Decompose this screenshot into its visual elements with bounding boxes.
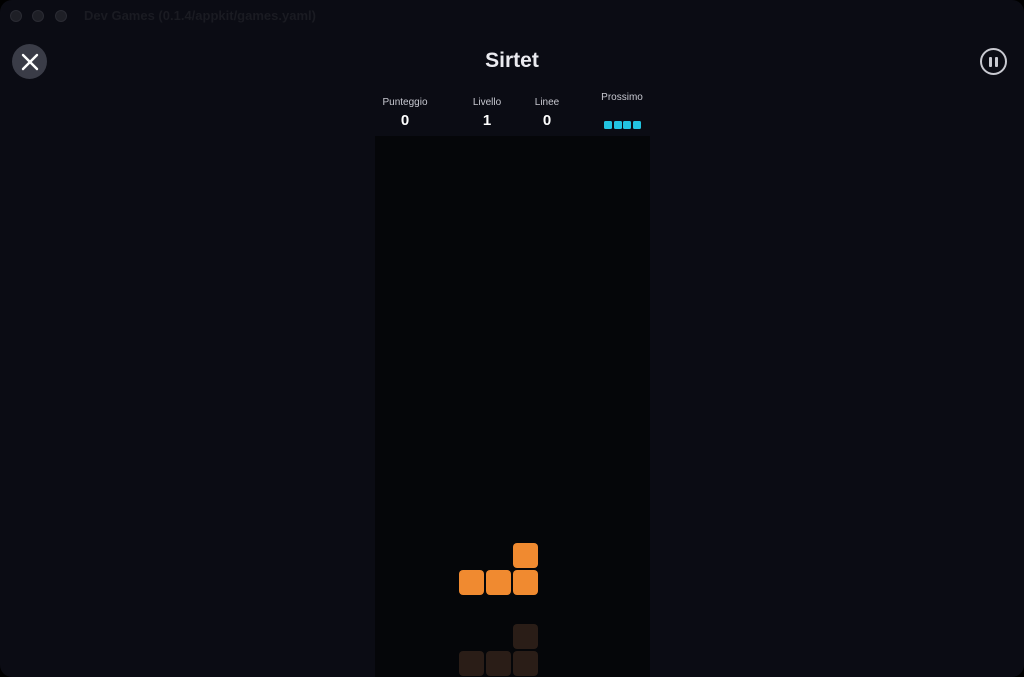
active-piece-cell	[513, 543, 538, 568]
window-zoom-control[interactable]	[55, 10, 67, 22]
score-stat: Punteggio 0	[370, 97, 440, 129]
game-window: Dev Games (0.1.4/appkit/games.yaml) Sirt…	[0, 0, 1024, 677]
next-piece-cell	[613, 121, 622, 129]
next-piece-label: Prossimo	[601, 92, 643, 103]
level-value: 1	[482, 112, 492, 129]
ghost-piece-cell	[513, 651, 538, 676]
next-piece-cell	[632, 121, 641, 129]
lines-value: 0	[542, 112, 552, 129]
lines-label: Linee	[534, 97, 560, 108]
window-title: Dev Games (0.1.4/appkit/games.yaml)	[84, 8, 316, 23]
ghost-piece-cell	[459, 651, 484, 676]
next-piece-cell	[604, 121, 612, 129]
pause-button[interactable]	[980, 48, 1007, 75]
active-piece-cell	[486, 570, 511, 595]
level-stat: Livello 1	[457, 97, 517, 129]
active-piece-cell	[513, 570, 538, 595]
level-label: Livello	[472, 97, 502, 108]
ghost-piece-cell	[513, 624, 538, 649]
window-close-control[interactable]	[10, 10, 22, 22]
next-piece-cell	[623, 121, 631, 129]
window-minimize-control[interactable]	[32, 10, 44, 22]
score-value: 0	[400, 112, 410, 129]
pause-icon	[989, 56, 992, 67]
game-board[interactable]	[375, 136, 650, 677]
ghost-piece-cell	[486, 651, 511, 676]
next-piece-preview	[604, 121, 642, 130]
game-title: Sirtet	[485, 49, 539, 72]
lines-stat: Linee 0	[522, 97, 572, 129]
title-bar: Dev Games (0.1.4/appkit/games.yaml)	[0, 0, 1024, 32]
score-label: Punteggio	[382, 97, 428, 108]
active-piece-cell	[459, 570, 484, 595]
